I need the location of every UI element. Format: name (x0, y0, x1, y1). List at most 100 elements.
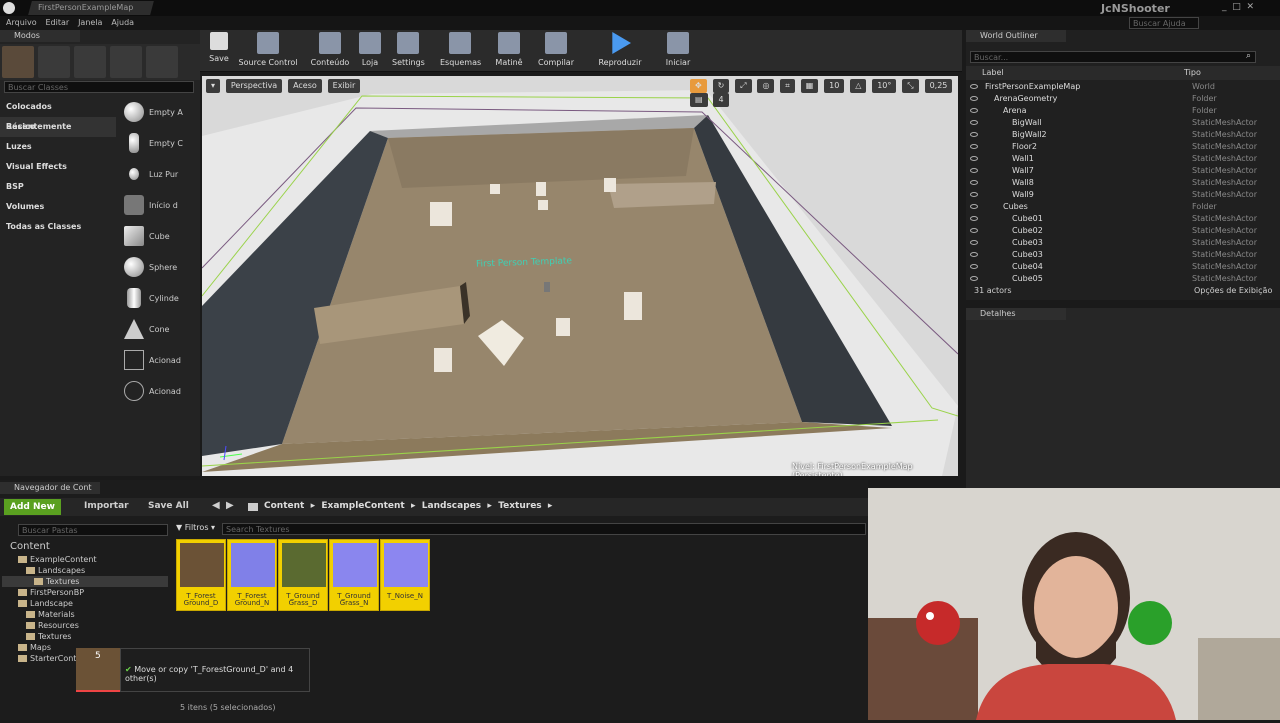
visibility-eye-icon[interactable] (970, 204, 978, 209)
visibility-eye-icon[interactable] (970, 228, 978, 233)
marketplace-button[interactable]: Loja (358, 32, 382, 67)
scene-render[interactable] (202, 76, 958, 476)
table-row[interactable]: FirstPersonExampleMap World (966, 81, 1280, 93)
visibility-eye-icon[interactable] (970, 252, 978, 257)
blueprints-button[interactable]: Esquemas (440, 32, 481, 67)
category-recent[interactable]: Colocados Recentemente (0, 97, 116, 131)
visibility-eye-icon[interactable] (970, 96, 978, 101)
category-lights[interactable]: Luzes (0, 137, 116, 157)
show-button[interactable]: Exibir (327, 79, 361, 93)
visibility-eye-icon[interactable] (970, 192, 978, 197)
asset-thumbnail[interactable]: T_Ground Grass_N (329, 539, 379, 611)
play-button[interactable]: Reproduzir (598, 32, 642, 67)
folder-tree-item[interactable]: FirstPersonBP (2, 587, 168, 598)
add-new-button[interactable]: Add New (4, 499, 61, 515)
table-row[interactable]: Cubes Folder (966, 201, 1280, 213)
build-button[interactable]: Compilar (538, 32, 574, 67)
visibility-eye-icon[interactable] (970, 264, 978, 269)
column-label[interactable]: Label (982, 66, 1004, 80)
settings-button[interactable]: Settings (392, 32, 425, 67)
table-row[interactable]: BigWall StaticMeshActor (966, 117, 1280, 129)
list-item[interactable]: Cone (118, 314, 198, 345)
filters-button[interactable]: ▼ Filtros ▾ (176, 523, 215, 532)
asset-thumbnail[interactable]: T_Noise_N (380, 539, 430, 611)
matinee-button[interactable]: Matinê (494, 32, 524, 67)
table-row[interactable]: Cube01 StaticMeshActor (966, 213, 1280, 225)
visibility-eye-icon[interactable] (970, 240, 978, 245)
maximize-icon[interactable]: □ (1232, 2, 1241, 12)
table-row[interactable]: Wall9 StaticMeshActor (966, 189, 1280, 201)
rotate-icon[interactable]: ↻ (712, 79, 730, 93)
folder-tree-item[interactable]: ExampleContent (2, 554, 168, 565)
scale-snap-value[interactable]: 0,25 (924, 79, 953, 93)
table-row[interactable]: Cube03 StaticMeshActor (966, 237, 1280, 249)
visibility-eye-icon[interactable] (970, 216, 978, 221)
list-item[interactable]: Empty A (118, 97, 198, 128)
visibility-eye-icon[interactable] (970, 132, 978, 137)
visibility-eye-icon[interactable] (970, 144, 978, 149)
landscape-mode-icon[interactable] (74, 46, 106, 78)
table-row[interactable]: ArenaGeometry Folder (966, 93, 1280, 105)
menu-file[interactable]: Arquivo (6, 18, 37, 27)
asset-thumbnail[interactable]: T_Forest Ground_D (176, 539, 226, 611)
tab-world-outliner[interactable]: World Outliner (966, 30, 1066, 42)
content-button[interactable]: Conteúdo (310, 32, 350, 67)
perspective-button[interactable]: Perspectiva (225, 79, 283, 93)
tab-content-browser[interactable]: Navegador de Cont (0, 482, 100, 494)
column-type[interactable]: Tipo (1184, 66, 1201, 80)
table-row[interactable]: Wall7 StaticMeshActor (966, 165, 1280, 177)
visibility-eye-icon[interactable] (970, 276, 978, 281)
breadcrumb-item[interactable]: Content (264, 501, 304, 511)
camera-speed-value[interactable]: 4 (713, 93, 729, 107)
menu-window[interactable]: Janela (78, 18, 102, 27)
level-viewport[interactable]: First Person Template ▾ Perspectiva Aces… (202, 76, 958, 476)
table-row[interactable]: Wall1 StaticMeshActor (966, 153, 1280, 165)
folder-tree-item[interactable]: Content (2, 541, 168, 554)
list-item[interactable]: Cube (118, 221, 198, 252)
paint-mode-icon[interactable] (38, 46, 70, 78)
folder-tree-item[interactable]: Textures (2, 631, 168, 642)
asset-thumbnail[interactable]: T_Ground Grass_D (278, 539, 328, 611)
forward-icon[interactable]: ▶ (226, 500, 234, 511)
visibility-eye-icon[interactable] (970, 84, 978, 89)
help-search-input[interactable]: Buscar Ajuda (1129, 17, 1199, 29)
menu-help[interactable]: Ajuda (111, 18, 134, 27)
table-row[interactable]: Cube03 StaticMeshActor (966, 249, 1280, 261)
visibility-eye-icon[interactable] (970, 108, 978, 113)
table-row[interactable]: Arena Folder (966, 105, 1280, 117)
visibility-eye-icon[interactable] (970, 156, 978, 161)
minimize-icon[interactable]: _ (1222, 2, 1227, 12)
source-control-button[interactable]: Source Control (238, 32, 298, 67)
grid-snap-value[interactable]: 10 (824, 79, 845, 93)
table-row[interactable]: Cube05 StaticMeshActor (966, 273, 1280, 281)
translate-icon[interactable]: ✥ (690, 79, 707, 93)
grid-snap-icon[interactable]: ▦ (800, 79, 819, 93)
folder-tree-item[interactable]: Landscapes (2, 565, 168, 576)
table-row[interactable]: Cube04 StaticMeshActor (966, 261, 1280, 273)
breadcrumb-item[interactable]: Landscapes (422, 501, 481, 511)
outliner-search-input[interactable]: Buscar... (970, 51, 1256, 63)
menu-edit[interactable]: Editar (46, 18, 70, 27)
folder-search-input[interactable]: Buscar Pastas (18, 524, 168, 536)
list-item[interactable]: Cylinde (118, 283, 198, 314)
table-row[interactable]: Cube02 StaticMeshActor (966, 225, 1280, 237)
class-search-input[interactable]: Buscar Classes (4, 81, 194, 93)
place-mode-icon[interactable] (2, 46, 34, 78)
asset-thumbnail[interactable]: T_Forest Ground_N (227, 539, 277, 611)
table-row[interactable]: Floor2 StaticMeshActor (966, 141, 1280, 153)
rotation-snap-icon[interactable]: △ (850, 79, 867, 93)
back-icon[interactable]: ◀ (212, 500, 220, 511)
folder-tree-item[interactable]: Landscape (2, 598, 168, 609)
scale-snap-icon[interactable]: ⤡ (902, 79, 919, 93)
visibility-eye-icon[interactable] (970, 168, 978, 173)
list-item[interactable]: Acionad (118, 376, 198, 407)
folder-tree-item[interactable]: Textures (2, 576, 168, 587)
category-bsp[interactable]: BSP (0, 177, 116, 197)
category-volumes[interactable]: Volumes (0, 197, 116, 217)
table-row[interactable]: BigWall2 StaticMeshActor (966, 129, 1280, 141)
category-all-classes[interactable]: Todas as Classes (0, 217, 116, 237)
breadcrumb-item[interactable]: Textures (498, 501, 541, 511)
launch-button[interactable]: Iniciar (664, 32, 692, 67)
save-all-button[interactable]: Save All (148, 501, 189, 511)
list-item[interactable]: Acionad (118, 345, 198, 376)
